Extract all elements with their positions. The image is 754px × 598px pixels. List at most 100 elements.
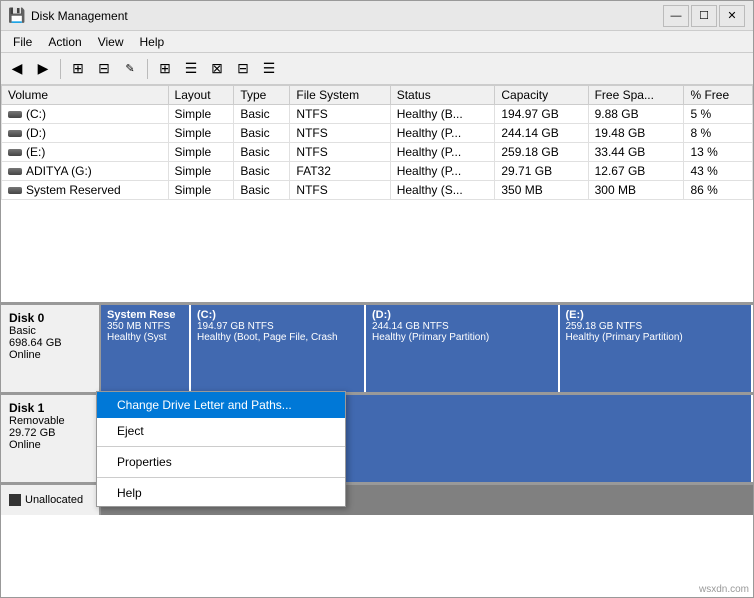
cell-volume: ADITYA (G:) — [2, 162, 169, 181]
menu-view[interactable]: View — [90, 33, 132, 51]
close-button[interactable]: ✕ — [719, 5, 745, 27]
window-controls: — ☐ ✕ — [663, 5, 745, 27]
col-volume[interactable]: Volume — [2, 86, 169, 105]
col-capacity[interactable]: Capacity — [495, 86, 588, 105]
cell-volume: System Reserved — [2, 181, 169, 200]
disk0-status: Online — [9, 349, 91, 361]
cell-volume: (D:) — [2, 124, 169, 143]
disk0-name: Disk 0 — [9, 311, 91, 325]
cell-status: Healthy (P... — [390, 162, 495, 181]
context-menu-item-eject[interactable]: Eject — [97, 418, 345, 444]
maximize-button[interactable]: ☐ — [691, 5, 717, 27]
partition-e-size: 259.18 GB NTFS — [566, 321, 746, 332]
disk1-status: Online — [9, 439, 91, 451]
col-free[interactable]: Free Spa... — [588, 86, 684, 105]
cell-free: 19.48 GB — [588, 124, 684, 143]
cell-volume: (C:) — [2, 105, 169, 124]
cell-fs: FAT32 — [290, 162, 390, 181]
cell-capacity: 194.97 GB — [495, 105, 588, 124]
table-row[interactable]: (E:)SimpleBasicNTFSHealthy (P...259.18 G… — [2, 143, 753, 162]
partition-e-info: Healthy (Primary Partition) — [566, 332, 746, 343]
partition-e[interactable]: (E:) 259.18 GB NTFS Healthy (Primary Par… — [560, 305, 754, 392]
cell-layout: Simple — [168, 143, 234, 162]
cell-volume: (E:) — [2, 143, 169, 162]
unallocated-label: Unallocated — [1, 485, 101, 515]
toolbar-btn-5[interactable]: ☰ — [179, 57, 203, 81]
partition-c-size: 194.97 GB NTFS — [197, 321, 358, 332]
cell-type: Basic — [234, 105, 290, 124]
col-layout[interactable]: Layout — [168, 86, 234, 105]
back-button[interactable]: ◀ — [5, 57, 29, 81]
cell-layout: Simple — [168, 105, 234, 124]
col-status[interactable]: Status — [390, 86, 495, 105]
menu-file[interactable]: File — [5, 33, 40, 51]
disk0-type: Basic — [9, 325, 91, 337]
partition-sr-name: System Rese — [107, 309, 183, 321]
disk1-type: Removable — [9, 415, 91, 427]
cell-capacity: 244.14 GB — [495, 124, 588, 143]
table-row[interactable]: (C:)SimpleBasicNTFSHealthy (B...194.97 G… — [2, 105, 753, 124]
volume-table: Volume Layout Type File System Status Ca… — [1, 85, 753, 200]
disk0-label: Disk 0 Basic 698.64 GB Online — [1, 305, 101, 392]
menu-help[interactable]: Help — [132, 33, 173, 51]
partition-c[interactable]: (C:) 194.97 GB NTFS Healthy (Boot, Page … — [191, 305, 366, 392]
col-pct[interactable]: % Free — [684, 86, 753, 105]
unallocated-text: Unallocated — [25, 494, 83, 506]
minimize-button[interactable]: — — [663, 5, 689, 27]
cell-type: Basic — [234, 181, 290, 200]
cell-type: Basic — [234, 162, 290, 181]
toolbar-sep-1 — [60, 59, 61, 79]
cell-free: 300 MB — [588, 181, 684, 200]
col-type[interactable]: Type — [234, 86, 290, 105]
partition-d-name: (D:) — [372, 309, 552, 321]
cell-capacity: 350 MB — [495, 181, 588, 200]
cell-layout: Simple — [168, 181, 234, 200]
disk0-row: Disk 0 Basic 698.64 GB Online System Res… — [1, 305, 753, 395]
toolbar-btn-3[interactable]: ✎ — [118, 57, 142, 81]
cell-type: Basic — [234, 124, 290, 143]
cell-capacity: 29.71 GB — [495, 162, 588, 181]
table-row[interactable]: (D:)SimpleBasicNTFSHealthy (P...244.14 G… — [2, 124, 753, 143]
main-window: 💾 Disk Management — ☐ ✕ File Action View… — [0, 0, 754, 598]
disk1-size: 29.72 GB — [9, 427, 91, 439]
cell-status: Healthy (P... — [390, 124, 495, 143]
disk1-name: Disk 1 — [9, 401, 91, 415]
context-menu: Change Drive Letter and Paths... Eject P… — [96, 391, 346, 507]
toolbar-sep-2 — [147, 59, 148, 79]
partition-system-reserved[interactable]: System Rese 350 MB NTFS Healthy (Syst — [101, 305, 191, 392]
context-menu-item-help[interactable]: Help — [97, 480, 345, 506]
toolbar-btn-1[interactable]: ⊞ — [66, 57, 90, 81]
partition-d-info: Healthy (Primary Partition) — [372, 332, 552, 343]
cell-free: 33.44 GB — [588, 143, 684, 162]
partition-c-info: Healthy (Boot, Page File, Crash — [197, 332, 358, 343]
col-fs[interactable]: File System — [290, 86, 390, 105]
menu-action[interactable]: Action — [40, 33, 89, 51]
partition-c-name: (C:) — [197, 309, 358, 321]
cell-fs: NTFS — [290, 124, 390, 143]
title-bar: 💾 Disk Management — ☐ ✕ — [1, 1, 753, 31]
partition-d[interactable]: (D:) 244.14 GB NTFS Healthy (Primary Par… — [366, 305, 560, 392]
disk1-label: Disk 1 Removable 29.72 GB Online — [1, 395, 101, 482]
context-menu-item-change-drive[interactable]: Change Drive Letter and Paths... — [97, 392, 345, 418]
cell-fs: NTFS — [290, 105, 390, 124]
table-row[interactable]: System ReservedSimpleBasicNTFSHealthy (S… — [2, 181, 753, 200]
context-menu-item-properties[interactable]: Properties — [97, 449, 345, 475]
table-row[interactable]: ADITYA (G:)SimpleBasicFAT32Healthy (P...… — [2, 162, 753, 181]
context-menu-sep-2 — [97, 477, 345, 478]
watermark: wsxdn.com — [699, 584, 749, 595]
toolbar-btn-7[interactable]: ⊟ — [231, 57, 255, 81]
disk0-size: 698.64 GB — [9, 337, 91, 349]
cell-pct: 8 % — [684, 124, 753, 143]
cell-status: Healthy (B... — [390, 105, 495, 124]
toolbar-btn-8[interactable]: ☰ — [257, 57, 281, 81]
partition-sr-size: 350 MB NTFS — [107, 321, 183, 332]
toolbar-btn-2[interactable]: ⊟ — [92, 57, 116, 81]
cell-pct: 86 % — [684, 181, 753, 200]
menu-bar: File Action View Help — [1, 31, 753, 53]
cell-pct: 43 % — [684, 162, 753, 181]
toolbar-btn-6[interactable]: ⊠ — [205, 57, 229, 81]
toolbar: ◀ ▶ ⊞ ⊟ ✎ ⊞ ☰ ⊠ ⊟ ☰ — [1, 53, 753, 85]
cell-free: 12.67 GB — [588, 162, 684, 181]
toolbar-btn-4[interactable]: ⊞ — [153, 57, 177, 81]
forward-button[interactable]: ▶ — [31, 57, 55, 81]
